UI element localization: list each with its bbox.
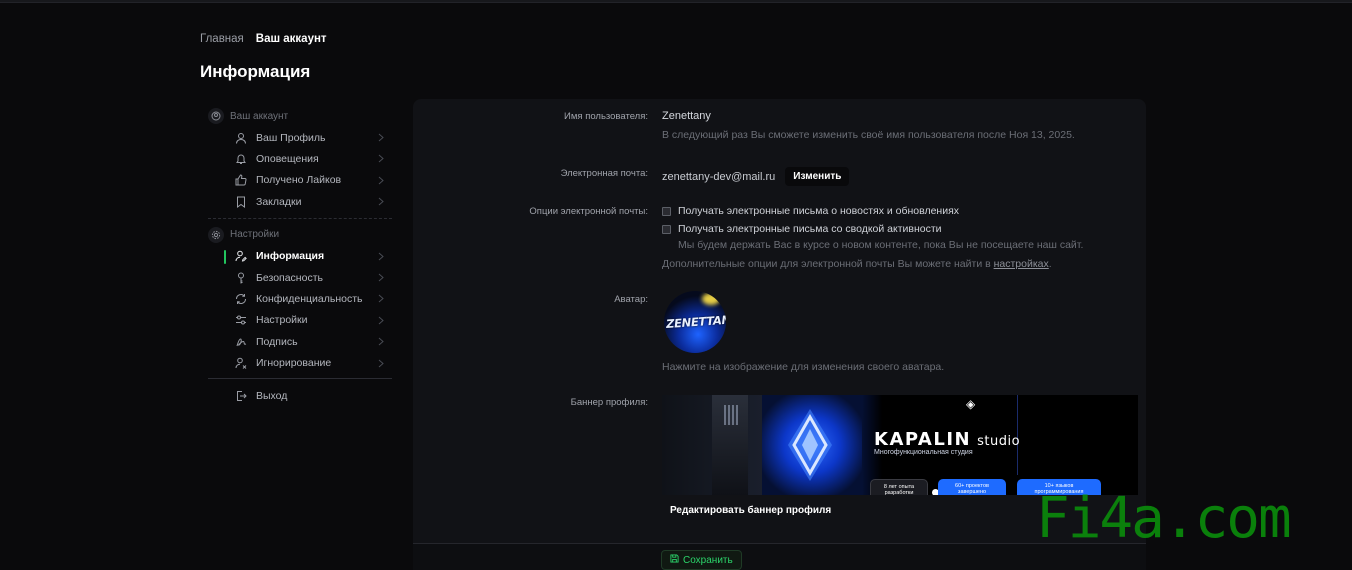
digest-hint: Мы будем держать Вас в курсе о новом кон…	[678, 239, 1084, 251]
option-digest-row[interactable]: Получать электронные письма со сводкой а…	[662, 223, 942, 235]
edit-banner-button[interactable]: Редактировать баннер профиля	[662, 501, 839, 520]
banner-small-logo-icon: ◈	[966, 397, 976, 411]
email-row: zenettany-dev@mail.ru Изменить	[662, 167, 850, 186]
sidebar-item-security[interactable]: Безопасность	[216, 267, 392, 288]
privacy-icon	[234, 292, 248, 306]
logout-icon	[234, 389, 248, 403]
email-value: zenettany-dev@mail.ru	[662, 170, 776, 183]
sidebar-item-label: Выход	[256, 389, 288, 402]
banner-stat-1: 8 лет опыта разработки	[870, 479, 928, 495]
sidebar-divider	[208, 377, 392, 379]
sidebar-header-account: Ваш аккаунт	[208, 105, 392, 127]
sidebar-divider	[208, 217, 392, 219]
avatar-text: ZENETTANY	[665, 311, 726, 332]
banner-title-main: KAPALIN	[874, 429, 972, 450]
sidebar-item-label: Информация	[256, 250, 325, 263]
sidebar-item-label: Ваш Профиль	[256, 131, 326, 144]
banner-title: KAPALIN studio	[874, 429, 1020, 450]
avatar-glow	[702, 293, 720, 305]
chevron-right-icon	[378, 359, 384, 371]
preferences-link[interactable]: настройках	[994, 258, 1049, 270]
option-news-row[interactable]: Получать электронные письма о новостях и…	[662, 205, 959, 217]
digest-checkbox[interactable]	[662, 224, 671, 234]
sidebar-item-ignoring[interactable]: Игнорирование	[216, 353, 392, 374]
user-icon	[234, 131, 248, 145]
sidebar-item-label: Безопасность	[256, 271, 323, 284]
sidebar-header-label: Настройки	[230, 229, 280, 241]
save-label: Сохранить	[683, 554, 733, 566]
signature-icon	[234, 335, 248, 349]
sidebar-item-preferences[interactable]: Настройки	[216, 310, 392, 331]
user-circle-icon	[208, 108, 224, 124]
username-value: Zenettany	[662, 110, 711, 122]
bell-icon	[234, 152, 248, 166]
account-sidebar: Ваш аккаунт Ваш Профиль Оповещения Получ…	[208, 105, 392, 406]
chevron-right-icon	[378, 337, 384, 349]
sidebar-item-bookmarks[interactable]: Закладки	[216, 191, 392, 212]
sidebar-item-label: Получено Лайков	[256, 174, 342, 187]
banner-title-suffix: studio	[977, 434, 1021, 449]
key-icon	[234, 271, 248, 285]
watermark: Fi4a.com	[1036, 486, 1292, 551]
sidebar-item-signature[interactable]: Подпись	[216, 331, 392, 352]
profile-banner[interactable]: ◈ KAPALIN studio Многофункциональная студ…	[662, 395, 1138, 495]
breadcrumb: Главная Ваш аккаунт	[200, 33, 327, 45]
option-news-label[interactable]: Получать электронные письма о новостях и…	[678, 205, 959, 217]
more-options-suffix: .	[1048, 258, 1052, 270]
user-block-icon	[234, 356, 248, 370]
avatar-hint: Нажмите на изображение для изменения сво…	[662, 361, 945, 373]
sidebar-item-profile[interactable]: Ваш Профиль	[216, 127, 392, 148]
chevron-right-icon	[378, 133, 384, 145]
gear-icon	[208, 226, 224, 243]
chevron-right-icon	[378, 273, 384, 285]
sidebar-item-alerts[interactable]: Оповещения	[216, 148, 392, 169]
email-options-label: Опции электронной почты:	[529, 206, 648, 217]
kapalin-logo-mark	[788, 409, 832, 481]
user-edit-icon	[234, 249, 248, 263]
chevron-right-icon	[378, 294, 384, 306]
sliders-icon	[234, 313, 248, 327]
username-label: Имя пользователя:	[564, 111, 648, 122]
breadcrumb-current[interactable]: Ваш аккаунт	[256, 33, 327, 45]
sidebar-item-label: Закладки	[256, 195, 302, 208]
banner-subtitle: Многофункциональная студия	[874, 449, 973, 456]
chevron-right-icon	[378, 252, 384, 264]
top-border	[0, 0, 1352, 3]
chevron-right-icon	[378, 197, 384, 209]
sidebar-item-privacy[interactable]: Конфиденциальность	[216, 288, 392, 309]
sidebar-header-settings: Настройки	[208, 224, 392, 246]
avatar[interactable]: ZENETTANY	[664, 291, 726, 353]
sidebar-item-likes[interactable]: Получено Лайков	[216, 170, 392, 191]
chevron-right-icon	[378, 154, 384, 166]
option-digest-label[interactable]: Получать электронные письма со сводкой а…	[678, 223, 942, 235]
save-icon	[670, 554, 679, 566]
chevron-right-icon	[378, 176, 384, 188]
more-email-options-hint: Дополнительные опции для электронной поч…	[662, 258, 1052, 270]
sidebar-item-account-details[interactable]: Информация	[216, 246, 392, 267]
sidebar-item-label: Оповещения	[256, 153, 319, 166]
sidebar-item-label: Подпись	[256, 335, 298, 348]
chevron-right-icon	[378, 316, 384, 328]
sidebar-item-label: Игнорирование	[256, 357, 332, 370]
change-email-button[interactable]: Изменить	[785, 167, 850, 186]
username-hint: В следующий раз Вы сможете изменить своё…	[662, 129, 1075, 141]
sidebar-header-label: Ваш аккаунт	[230, 110, 289, 122]
sidebar-item-label: Настройки	[256, 314, 308, 327]
news-checkbox[interactable]	[662, 206, 671, 216]
banner-stat-2: 60+ проектов завершено	[938, 479, 1006, 495]
save-button[interactable]: Сохранить	[661, 550, 742, 570]
banner-label: Баннер профиля:	[570, 397, 648, 408]
sidebar-item-label: Конфиденциальность	[256, 293, 363, 306]
bookmark-icon	[234, 195, 248, 209]
more-options-text: Дополнительные опции для электронной поч…	[662, 258, 994, 270]
thumbs-up-icon	[234, 173, 248, 187]
email-label: Электронная почта:	[560, 168, 648, 179]
sidebar-item-logout[interactable]: Выход	[216, 385, 392, 406]
banner-keypad	[724, 405, 738, 425]
avatar-label: Аватар:	[614, 294, 648, 305]
page-title: Информация	[200, 62, 311, 81]
breadcrumb-home[interactable]: Главная	[200, 33, 244, 45]
